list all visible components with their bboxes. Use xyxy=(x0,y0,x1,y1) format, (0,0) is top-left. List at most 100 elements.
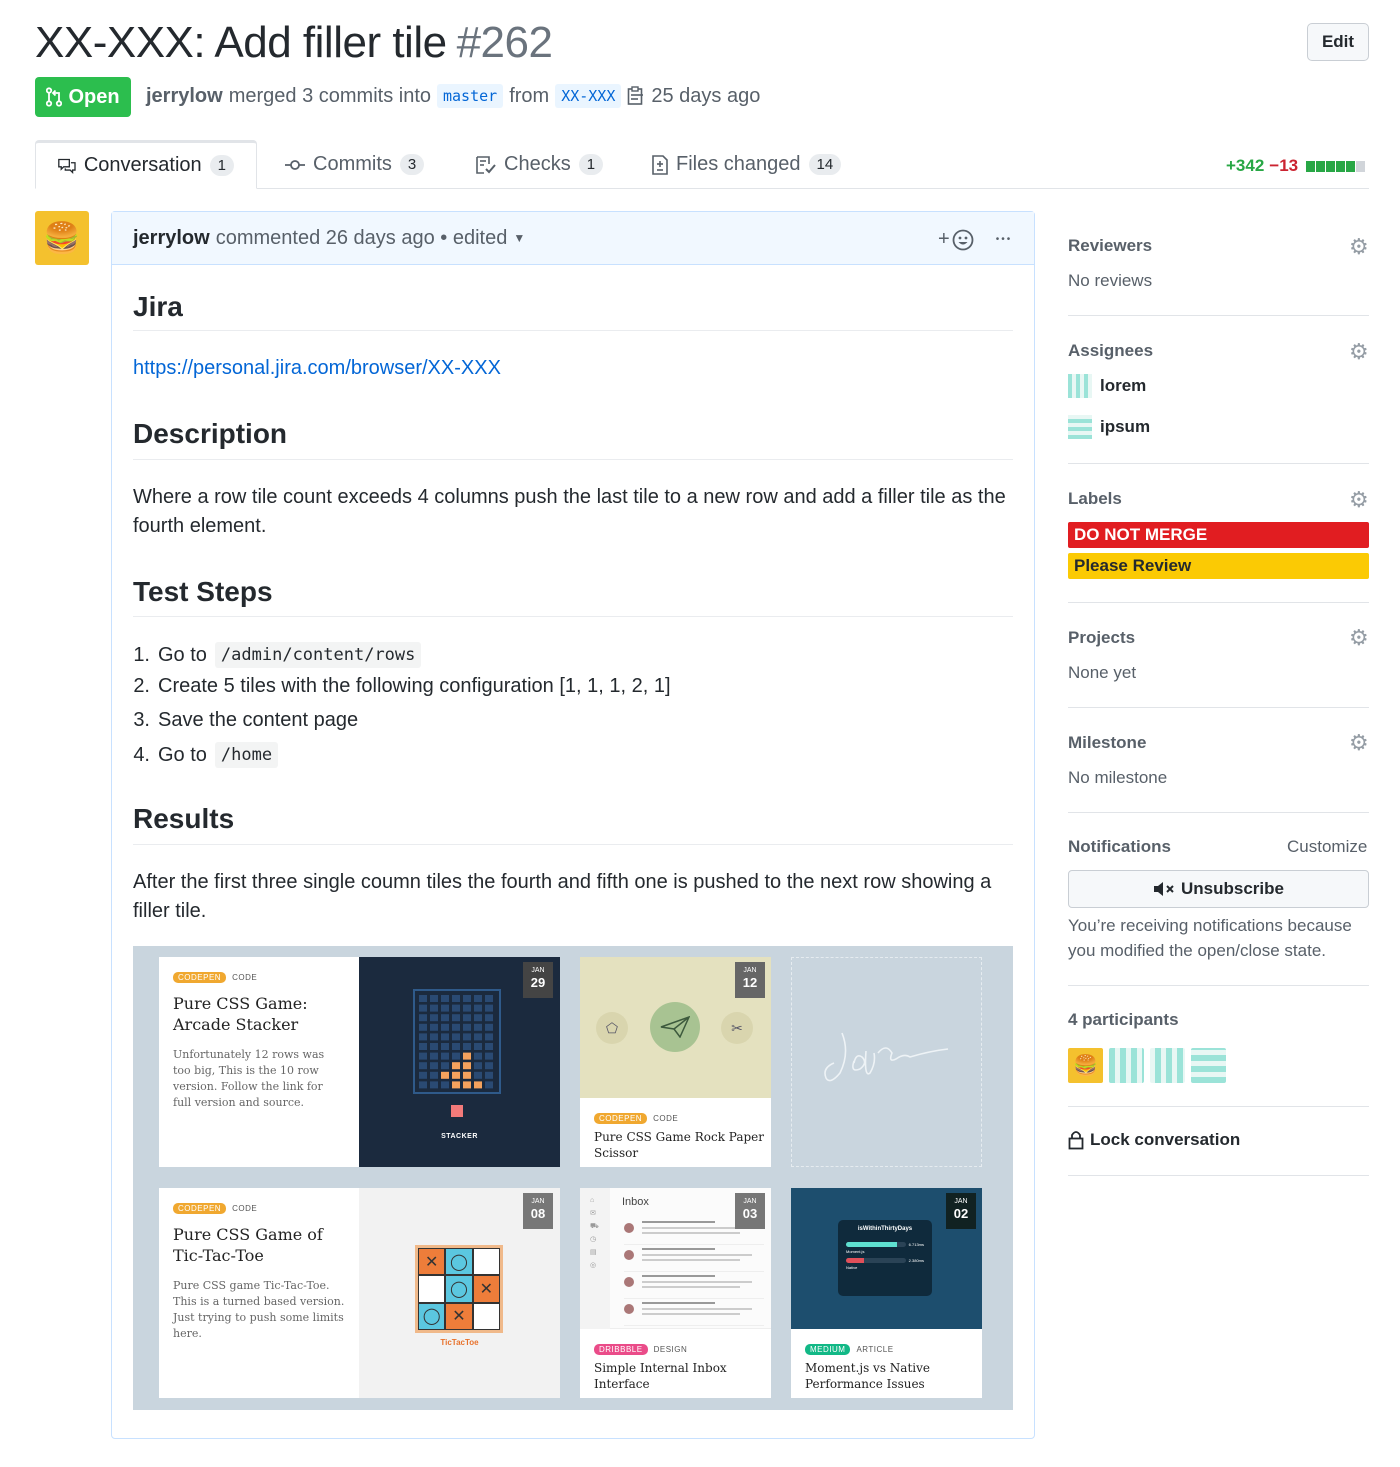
momentjs-art: isWithinThirtyDays 6.713ms Moment.js 2.3… xyxy=(791,1188,982,1329)
milestone-value: No milestone xyxy=(1068,768,1168,787)
tile-tags: DRIBBBLE DESIGN xyxy=(594,1344,687,1355)
inbox-row-lines xyxy=(642,1248,764,1261)
assignee-ipsum[interactable]: ipsum xyxy=(1068,415,1150,439)
scissors-icon: ✂ xyxy=(721,1012,753,1044)
kebab-horizontal-icon[interactable]: ••• xyxy=(996,234,1013,245)
source-pill: CODEPEN xyxy=(173,972,227,983)
gear-icon[interactable]: ⚙ xyxy=(1349,730,1369,756)
milestone-heading[interactable]: Milestone xyxy=(1068,733,1146,753)
divider xyxy=(1068,812,1369,813)
heading-jira: Jira xyxy=(133,291,183,322)
gear-icon[interactable]: ⚙ xyxy=(1349,339,1369,365)
jira-link[interactable]: https://personal.jira.com/browser/XX-XXX xyxy=(133,357,501,380)
label-please-review[interactable]: Please Review xyxy=(1068,553,1369,579)
avatar xyxy=(624,1223,634,1233)
tictactoe-cell xyxy=(472,1248,500,1276)
participant-avatars: 🍔 xyxy=(1068,1048,1226,1083)
benchmark-label: Native xyxy=(846,1265,858,1270)
avatar[interactable] xyxy=(1150,1048,1185,1083)
lock-icon xyxy=(1068,1131,1084,1150)
lock-conversation[interactable]: Lock conversation xyxy=(1068,1130,1240,1150)
comment-meta[interactable]: commented 26 days ago • edited xyxy=(216,227,508,250)
divider xyxy=(1068,985,1369,986)
list-number: 4. xyxy=(133,743,150,766)
base-branch[interactable]: master xyxy=(437,84,504,108)
tab-count: 1 xyxy=(578,154,604,175)
kind-text: CODE xyxy=(232,973,258,982)
list-number: 1. xyxy=(133,643,150,666)
chevron-down-icon[interactable]: ▼ xyxy=(513,231,525,245)
date-badge: JAN 02 xyxy=(946,1193,976,1229)
unsubscribe-button[interactable]: Unsubscribe xyxy=(1068,870,1369,908)
tile-title: Moment.js vs Native Performance Issues xyxy=(805,1361,930,1391)
results-screenshot[interactable]: CODEPEN CODE Pure CSS Game: Arcade Stacke… xyxy=(133,946,1013,1410)
author-link[interactable]: jerrylow xyxy=(146,85,223,108)
tictactoe-cell xyxy=(418,1275,446,1303)
tictactoe-cell: ◯ xyxy=(445,1275,473,1303)
participants-heading: 4 participants xyxy=(1068,1010,1179,1029)
list-item: 2. Create 5 tiles with the following conf… xyxy=(112,675,670,698)
tile-inbox: ⌂ ✉ ⛟ ◷ ▤ ◎ Inbox JAN 03 DRIBBBLE DESIGN Simple… xyxy=(580,1188,771,1398)
gear-icon[interactable]: ⚙ xyxy=(1349,625,1369,651)
rock-icon: ⬠ xyxy=(596,1012,628,1044)
description-text: Where a row tile count exceeds 4 columns… xyxy=(133,486,1006,537)
diffstat-block xyxy=(1306,160,1316,172)
inbox-row-lines xyxy=(642,1302,764,1315)
smiley-icon[interactable]: + xyxy=(938,228,974,251)
edit-button[interactable]: Edit xyxy=(1307,23,1369,61)
divider xyxy=(1068,315,1369,316)
inbox-row-lines xyxy=(642,1275,764,1288)
pr-title: XX-XXX: Add filler tile #262 xyxy=(35,18,553,68)
kind-text: CODE xyxy=(653,1114,679,1123)
avatar[interactable]: 🍔 xyxy=(35,211,89,265)
date-badge: JAN 12 xyxy=(735,962,765,998)
source-pill: DRIBBBLE xyxy=(594,1344,648,1355)
labels-heading[interactable]: Labels xyxy=(1068,489,1122,509)
list-item: 4. Go to/home xyxy=(112,742,279,768)
gear-icon[interactable]: ⚙ xyxy=(1349,487,1369,513)
tab-checks[interactable]: Checks 1 xyxy=(476,140,604,189)
customize-link[interactable]: Customize xyxy=(1287,837,1367,857)
tile-arcade-stacker: CODEPEN CODE Pure CSS Game: Arcade Stacke… xyxy=(159,957,560,1167)
add-reaction-button[interactable]: + ••• xyxy=(938,228,1012,251)
stacker-art: STACKER JAN 29 xyxy=(359,957,560,1167)
tictactoe-cell: ✕ xyxy=(418,1248,446,1276)
source-pill: CODEPEN xyxy=(173,1203,227,1214)
date-day: 08 xyxy=(530,1206,546,1221)
comment-author[interactable]: jerrylow xyxy=(133,227,210,250)
tile-tags: CODEPEN CODE xyxy=(594,1113,678,1124)
avatar[interactable]: 🍔 xyxy=(1068,1048,1103,1083)
benchmark-title: isWithinThirtyDays xyxy=(857,1226,913,1232)
clipboard-icon[interactable] xyxy=(627,86,645,106)
avatar[interactable] xyxy=(1109,1048,1144,1083)
date-month: JAN xyxy=(531,1198,545,1205)
label-do-not-merge[interactable]: DO NOT MERGE xyxy=(1068,522,1369,548)
tictactoe-cell: ✕ xyxy=(445,1302,473,1330)
projects-heading[interactable]: Projects xyxy=(1068,628,1135,648)
inline-code: /home xyxy=(214,742,279,768)
head-branch[interactable]: XX-XXX xyxy=(555,84,622,108)
benchmark-value: 2.380ms xyxy=(908,1258,924,1263)
tile-tags: MEDIUM ARTICLE xyxy=(805,1344,894,1355)
diffstat-block xyxy=(1346,160,1356,172)
tab-conversation[interactable]: Conversation 1 xyxy=(35,140,257,189)
avatar[interactable] xyxy=(1191,1048,1226,1083)
gear-icon[interactable]: ⚙ xyxy=(1349,234,1369,260)
paper-plane-icon xyxy=(650,1002,700,1052)
pr-title-text: XX-XXX: Add filler tile xyxy=(35,18,447,67)
date-month: JAN xyxy=(743,1198,757,1205)
assignee-lorem[interactable]: lorem xyxy=(1068,374,1146,398)
reviewers-heading[interactable]: Reviewers xyxy=(1068,236,1152,256)
date-month: JAN xyxy=(954,1198,968,1205)
tab-files-changed[interactable]: Files changed 14 xyxy=(652,140,842,189)
assignees-heading[interactable]: Assignees xyxy=(1068,341,1153,361)
reviewers-value: No reviews xyxy=(1068,271,1153,290)
rps-art: ⬠ ✂ JAN 12 xyxy=(580,957,771,1098)
diffstat-block xyxy=(1356,160,1366,172)
notification-reason: You’re receiving notifications because y… xyxy=(1068,916,1352,960)
divider xyxy=(1068,1106,1369,1107)
tictactoe-art: ✕ ◯ ◯ ✕ ◯ ✕ TicTacToe JAN 08 xyxy=(359,1188,560,1398)
tab-commits[interactable]: Commits 3 xyxy=(285,140,425,189)
diffstat-block xyxy=(1336,160,1346,172)
diffstat-block xyxy=(1326,160,1336,172)
